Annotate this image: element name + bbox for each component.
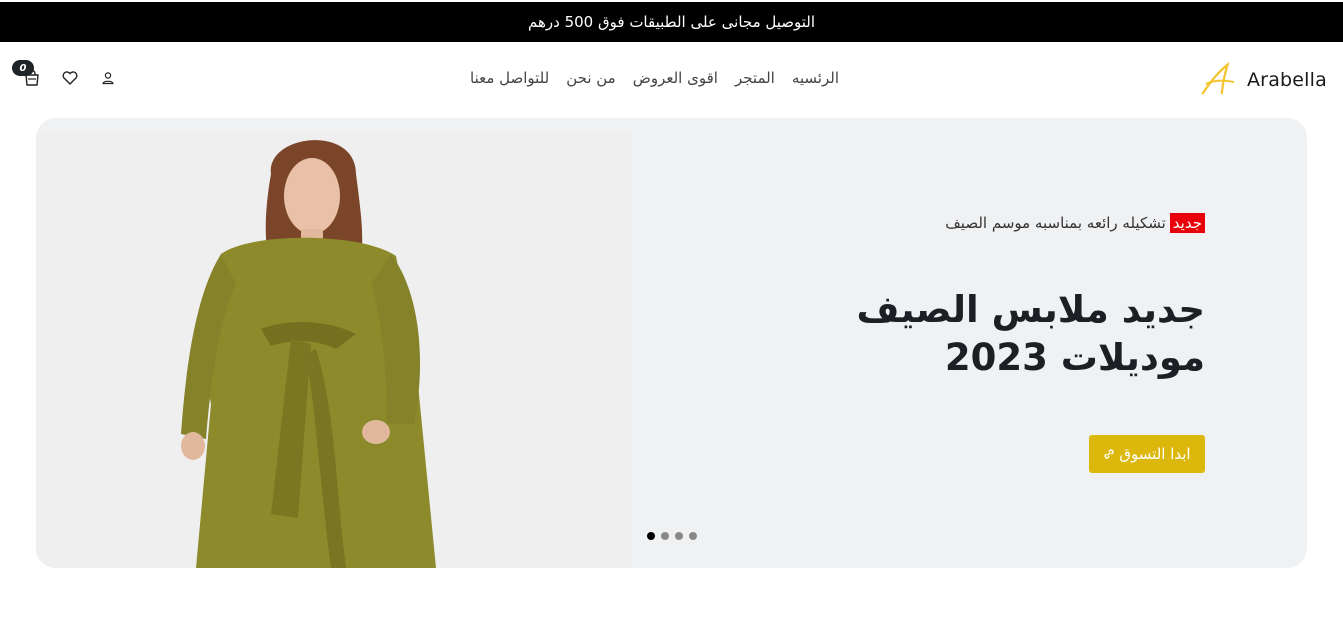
hero-title-line1: جديد ملابس الصيف bbox=[856, 288, 1205, 331]
announcement-bar: التوصيل مجانى على الطبيقات فوق 500 درهم bbox=[0, 2, 1343, 42]
start-shopping-button[interactable]: ابدا التسوق bbox=[1089, 435, 1205, 473]
hero-model-image bbox=[36, 134, 632, 568]
site-header: Arabella للتواصل معنا من نحن اقوى العروض… bbox=[0, 42, 1343, 118]
slider-dot-4[interactable] bbox=[689, 532, 697, 540]
start-shopping-label: ابدا التسوق bbox=[1119, 445, 1191, 463]
user-icon bbox=[102, 72, 114, 85]
hero-title-line2: موديلات 2023 bbox=[944, 336, 1205, 379]
hero-slider: جديد تشكيله رائعه بمناسبه موسم الصيف جدي… bbox=[36, 118, 1307, 568]
cart-count-badge: 0 bbox=[12, 60, 34, 76]
brand-logo[interactable]: Arabella bbox=[1199, 60, 1327, 100]
nav-item-home[interactable]: الرئسيه bbox=[792, 69, 839, 87]
heart-icon bbox=[62, 71, 78, 85]
announcement-text: التوصيل مجانى على الطبيقات فوق 500 درهم bbox=[527, 13, 816, 31]
slider-dots bbox=[647, 532, 697, 540]
wishlist-button[interactable] bbox=[60, 68, 80, 88]
slider-dot-1[interactable] bbox=[647, 532, 655, 540]
slider-dot-3[interactable] bbox=[675, 532, 683, 540]
brand-name: Arabella bbox=[1246, 69, 1327, 91]
hero-title: جديد ملابس الصيف موديلات 2023 bbox=[785, 286, 1205, 382]
slider-dot-2[interactable] bbox=[661, 532, 669, 540]
cart-button[interactable]: 0 bbox=[12, 60, 42, 88]
nav-item-store[interactable]: المتجر bbox=[735, 69, 775, 87]
hero-tagline: جديد تشكيله رائعه بمناسبه موسم الصيف bbox=[945, 213, 1205, 233]
tagline-text: تشكيله رائعه بمناسبه موسم الصيف bbox=[945, 214, 1166, 232]
nav-item-offers[interactable]: اقوى العروض bbox=[633, 69, 718, 87]
header-actions: 0 bbox=[12, 60, 118, 88]
logo-icon bbox=[1201, 61, 1235, 95]
link-icon bbox=[1104, 449, 1115, 459]
account-button[interactable] bbox=[98, 68, 118, 88]
nav-item-contact[interactable]: للتواصل معنا bbox=[470, 69, 549, 87]
nav-item-about[interactable]: من نحن bbox=[566, 69, 616, 87]
main-nav: للتواصل معنا من نحن اقوى العروض المتجر ا… bbox=[470, 69, 839, 87]
new-badge: جديد bbox=[1169, 213, 1205, 233]
